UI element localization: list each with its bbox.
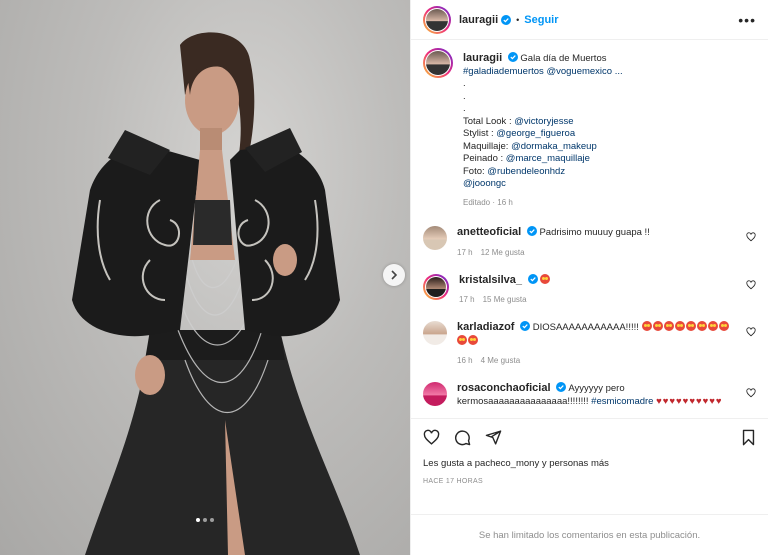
post-photo: [72, 32, 360, 555]
avatar: [426, 276, 446, 297]
comment-text: Padrisimo muuuy guapa !!: [539, 227, 650, 238]
carousel-dot: [210, 518, 214, 522]
caption-dot: .: [463, 103, 466, 114]
credit-handle[interactable]: @rubendeleonhdz: [487, 166, 565, 177]
avatar[interactable]: [423, 226, 447, 250]
follow-button[interactable]: Seguir: [524, 14, 558, 26]
verified-badge-icon: [556, 382, 567, 392]
comment: rosaconchaoficial Ayyyyyy pero kermosaaa…: [423, 382, 756, 408]
credit-line: Maquillaje: @dormaka_makeup: [463, 141, 623, 154]
credit-handle[interactable]: @victoryjesse: [514, 116, 573, 127]
header-username[interactable]: lauragii: [459, 14, 498, 26]
chevron-right-icon: [391, 270, 398, 280]
credit-label: Stylist :: [463, 128, 497, 139]
caption: lauragii Gala día de Muertos #galadiadem…: [423, 48, 756, 209]
heart-eyes-emoji-icon: [540, 273, 551, 284]
credit-handle[interactable]: @marce_maquillaje: [506, 153, 590, 164]
credit-label: Foto:: [463, 165, 488, 177]
caption-username[interactable]: lauragii: [463, 52, 502, 64]
post-actions: Les gusta a pacheco_mony y personas más …: [411, 418, 768, 514]
comment: kristalsilva_ 17 h 15 Me gusta: [423, 273, 756, 304]
heart-icon[interactable]: [746, 327, 756, 337]
credit-line: @jooongc: [463, 178, 623, 191]
credit-line: Foto: @rubendeleonhdz: [463, 166, 623, 179]
avatar: [426, 51, 450, 75]
comment-username[interactable]: kristalsilva_: [459, 274, 522, 286]
header-separator: •: [516, 14, 520, 25]
avatar-ring[interactable]: [423, 5, 451, 34]
comment-time: 16 h: [457, 356, 473, 365]
avatar[interactable]: [423, 321, 447, 345]
heart-icon[interactable]: [746, 232, 756, 242]
caption-title: Gala día de Muertos: [520, 53, 607, 64]
comment-likes[interactable]: 4 Me gusta: [481, 356, 521, 365]
more-options-icon[interactable]: •••: [738, 13, 756, 27]
share-icon[interactable]: [485, 429, 502, 446]
credit-handle[interactable]: @george_figueroa: [496, 128, 575, 139]
avatar: [426, 8, 448, 31]
comment-text: DIOSAAAAAAAAAAA!!!!!: [532, 322, 639, 333]
credit-handle[interactable]: @dormaka_makeup: [511, 141, 597, 152]
credit-line: Peinado : @marce_maquillaje: [463, 153, 623, 166]
credit-label: Maquillaje:: [463, 140, 512, 152]
verified-badge-icon: [527, 273, 538, 284]
post-sidebar: lauragii • Seguir ••• lauragii Gala día …: [410, 0, 768, 555]
credit-label: Peinado :: [463, 153, 506, 164]
credit-label: Total Look :: [463, 115, 515, 127]
avatar[interactable]: [423, 382, 447, 406]
comment: anetteoficial Padrisimo muuuy guapa !! 1…: [423, 226, 756, 257]
comments-limited-notice: Se han limitado los comentarios en esta …: [411, 514, 768, 555]
carousel-dots: [0, 518, 410, 522]
caption-dot: .: [463, 90, 466, 102]
comment-icon[interactable]: [454, 429, 471, 446]
caption-hashtags[interactable]: #galadiademuertos @voguemexico ...: [463, 66, 623, 79]
carousel-dot: [196, 518, 200, 522]
caption-dot: .: [463, 78, 466, 89]
verified-badge-icon: [526, 226, 537, 236]
comment-likes[interactable]: 12 Me gusta: [481, 248, 525, 257]
heart-icon[interactable]: [746, 279, 756, 290]
comment-username[interactable]: karladiazof: [457, 321, 514, 333]
comments-area[interactable]: lauragii Gala día de Muertos #galadiadem…: [411, 40, 768, 418]
heart-emoji-row: ♥♥♥♥♥♥♥♥♥♥: [656, 395, 723, 407]
comment-likes[interactable]: 15 Me gusta: [483, 295, 527, 304]
comment-username[interactable]: anetteoficial: [457, 226, 521, 238]
verified-badge-icon: [520, 321, 531, 331]
comment-username[interactable]: rosaconchaoficial: [457, 382, 551, 394]
credit-handle[interactable]: @jooongc: [463, 178, 506, 189]
post-media[interactable]: [0, 0, 410, 555]
avatar-ring[interactable]: [423, 273, 449, 300]
likes-summary[interactable]: Les gusta a pacheco_mony y personas más: [423, 458, 756, 469]
caption-edited: Editado · 16 h: [463, 197, 513, 207]
credit-line: Stylist : @george_figueroa: [463, 128, 623, 141]
post-header: lauragii • Seguir •••: [411, 0, 768, 40]
heart-icon[interactable]: [746, 388, 756, 398]
credit-line: Total Look : @victoryjesse: [463, 116, 623, 129]
save-icon[interactable]: [741, 429, 756, 446]
carousel-dot: [203, 518, 207, 522]
comment: karladiazof DIOSAAAAAAAAAAA!!!!! 16 h 4 …: [423, 321, 756, 365]
comment-hashtag[interactable]: #esmicomadre: [591, 396, 653, 407]
post-time-ago: HACE 17 HORAS: [423, 478, 483, 485]
verified-badge-icon: [507, 52, 518, 62]
heart-icon[interactable]: [423, 429, 440, 446]
caption-avatar-ring[interactable]: [423, 48, 453, 78]
comment-time: 17 h: [459, 295, 475, 304]
next-photo-button[interactable]: [383, 264, 405, 286]
comment-time: 17 h: [457, 247, 473, 257]
verified-badge-icon: [501, 14, 512, 25]
